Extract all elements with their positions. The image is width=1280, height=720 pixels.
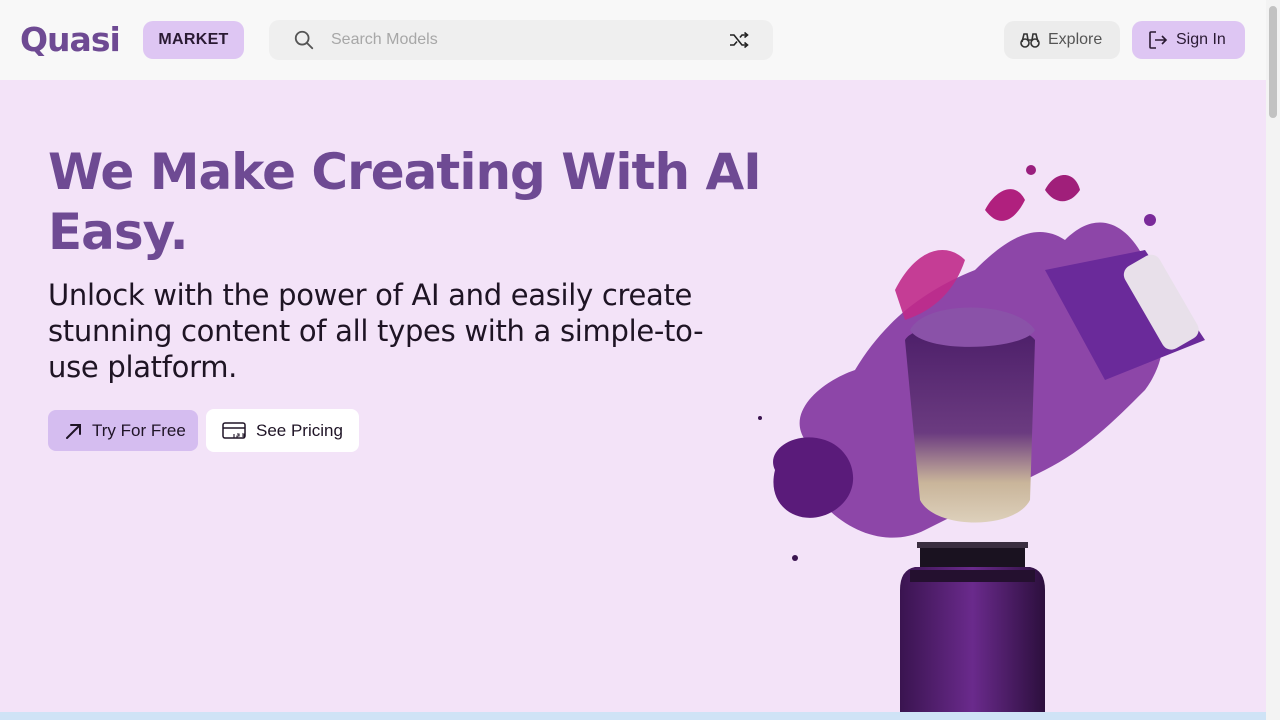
hero-subtitle: Unlock with the power of AI and easily c… (48, 278, 704, 384)
binoculars-icon (1020, 33, 1040, 48)
explore-label: Explore (1048, 31, 1103, 48)
top-navigation-bar: Quasi MARKET Explore Sign In (0, 0, 1266, 80)
next-section-edge (0, 712, 1266, 720)
see-pricing-label: See Pricing (256, 420, 343, 440)
vertical-scrollbar[interactable] (1266, 0, 1280, 720)
scrollbar-thumb[interactable] (1269, 6, 1277, 118)
search-icon (294, 30, 314, 50)
see-pricing-button[interactable]: See Pricing (206, 409, 359, 452)
sign-in-button[interactable]: Sign In (1132, 21, 1245, 59)
search-input[interactable] (331, 26, 711, 54)
try-for-free-button[interactable]: Try For Free (48, 410, 198, 451)
search-bar[interactable] (269, 20, 773, 60)
hero-title: We Make Creating With AI Easy. (48, 143, 762, 261)
quasi-logo[interactable]: Quasi (20, 20, 121, 60)
explore-button[interactable]: Explore (1004, 21, 1120, 59)
try-for-free-label: Try For Free (92, 420, 186, 440)
arrow-up-right-icon (66, 423, 81, 439)
market-badge[interactable]: MARKET (143, 21, 244, 59)
sign-in-icon (1149, 31, 1168, 49)
paintbrush-splash-illustration (758, 165, 1205, 712)
price-tag-icon (222, 421, 246, 439)
sign-in-label: Sign In (1176, 31, 1226, 48)
shuffle-icon[interactable] (729, 31, 749, 49)
